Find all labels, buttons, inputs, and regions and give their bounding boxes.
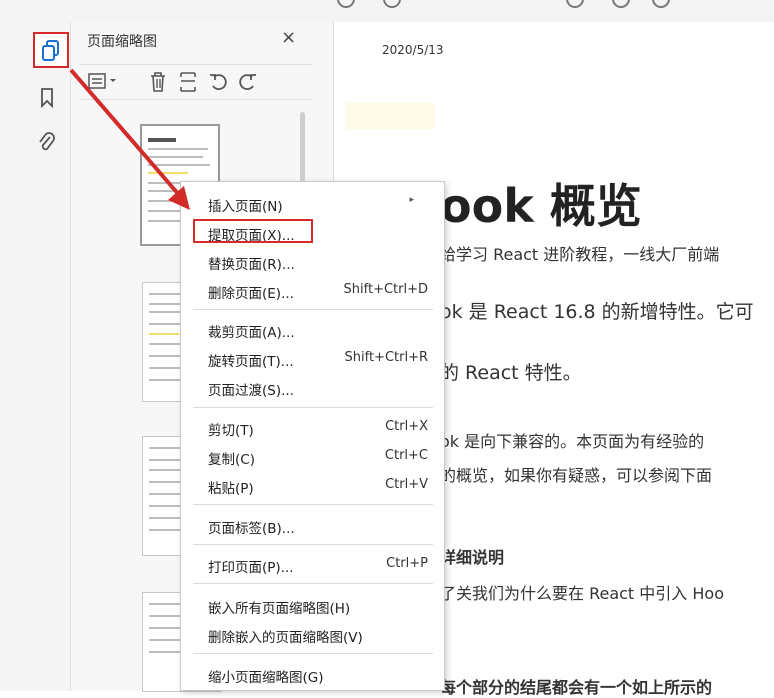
paperclip-icon bbox=[39, 132, 55, 151]
menu-item-rotate-page[interactable]: 旋转页面(T)... Shift+Ctrl+R bbox=[181, 344, 444, 372]
context-menu: 插入页面(N) ▸ 提取页面(X)... 替换页面(R)... 删除页面(E).… bbox=[180, 181, 445, 691]
panel-scrollbar[interactable] bbox=[300, 112, 305, 182]
menu-separator bbox=[193, 544, 433, 545]
menu-item-delete-page[interactable]: 删除页面(E)... Shift+Ctrl+D bbox=[181, 276, 444, 304]
menu-item-page-transitions[interactable]: 页面过渡(S)... bbox=[181, 373, 444, 401]
menu-item-replace-page[interactable]: 替换页面(R)... bbox=[181, 247, 444, 275]
document-paragraph-line: ok 是 React 16.8 的新增特性。它可 bbox=[440, 301, 754, 323]
shortcut-label: Ctrl+V bbox=[385, 477, 428, 492]
rotate-right-icon[interactable] bbox=[236, 71, 258, 98]
menu-item-crop-page[interactable]: 裁剪页面(A)... bbox=[181, 315, 444, 343]
document-paragraph-line: 的概览，如果你有疑惑，可以参阅下面 bbox=[440, 466, 713, 485]
document-paragraph-line: 每个部分的结尾都会有一个如上所示的 bbox=[440, 678, 713, 697]
rotate-left-icon[interactable] bbox=[208, 71, 230, 98]
document-paragraph-line: 了关我们为什么要在 React 中引入 Hoo bbox=[440, 584, 724, 603]
shortcut-label: Ctrl+X bbox=[385, 419, 428, 434]
menu-item-reduce-thumbnails[interactable]: 缩小页面缩略图(G) bbox=[181, 660, 444, 688]
bookmark-button[interactable] bbox=[40, 88, 54, 112]
attachments-button[interactable] bbox=[38, 132, 56, 158]
page-thumbnails-button[interactable] bbox=[33, 32, 69, 68]
bookmark-icon bbox=[41, 88, 53, 109]
options-menu-icon[interactable] bbox=[88, 71, 120, 96]
document-heading: ook 概览 bbox=[440, 179, 642, 233]
menu-separator bbox=[193, 653, 433, 654]
document-subheading: 详细说明 bbox=[440, 548, 505, 567]
text-highlight bbox=[345, 103, 435, 129]
pages-icon bbox=[42, 40, 59, 61]
menu-item-print-pages[interactable]: 打印页面(P)... Ctrl+P bbox=[181, 550, 444, 578]
menu-item-remove-embedded-thumbnails[interactable]: 删除嵌入的页面缩略图(V) bbox=[181, 620, 444, 648]
document-date: 2020/5/13 bbox=[382, 43, 444, 57]
left-navigation-rail bbox=[0, 22, 71, 691]
menu-item-insert-page[interactable]: 插入页面(N) ▸ bbox=[181, 189, 444, 217]
menu-separator bbox=[193, 504, 433, 505]
menu-item-cut[interactable]: 剪切(T) Ctrl+X bbox=[181, 413, 444, 441]
toolbar-circle-icon[interactable] bbox=[612, 0, 630, 8]
menu-item-page-labels[interactable]: 页面标签(B)... bbox=[181, 511, 444, 539]
menu-item-copy[interactable]: 复制(C) Ctrl+C bbox=[181, 442, 444, 470]
menu-item-paste[interactable]: 粘贴(P) Ctrl+V bbox=[181, 471, 444, 499]
insert-page-icon[interactable] bbox=[178, 71, 198, 98]
menu-separator bbox=[193, 309, 433, 310]
menu-separator bbox=[193, 407, 433, 408]
toolbar-circle-icon[interactable] bbox=[383, 0, 401, 8]
submenu-arrow-icon: ▸ bbox=[409, 195, 414, 205]
shortcut-label: Shift+Ctrl+R bbox=[344, 350, 429, 365]
document-paragraph-line: 的 React 特性。 bbox=[440, 362, 582, 384]
toolbar-circle-icon[interactable] bbox=[652, 0, 670, 8]
shortcut-label: Ctrl+P bbox=[386, 556, 428, 571]
toolbar-circle-icon[interactable] bbox=[337, 0, 355, 8]
menu-separator bbox=[193, 583, 433, 584]
document-paragraph-line: 给学习 React 进阶教程，一线大厂前端 bbox=[440, 245, 720, 264]
shortcut-label: Ctrl+C bbox=[384, 448, 428, 463]
thumbnail-toolbar bbox=[80, 64, 312, 100]
annotation-highlight-box bbox=[193, 219, 313, 243]
menu-item-embed-thumbnails[interactable]: 嵌入所有页面缩略图(H) bbox=[181, 591, 444, 619]
panel-title: 页面缩略图 bbox=[87, 34, 157, 50]
close-panel-button[interactable]: × bbox=[281, 27, 296, 48]
top-toolbar bbox=[0, 0, 774, 23]
toolbar-circle-icon[interactable] bbox=[566, 0, 584, 8]
document-paragraph-line: ok 是向下兼容的。本页面为有经验的 bbox=[440, 432, 705, 451]
trash-icon[interactable] bbox=[148, 71, 168, 98]
shortcut-label: Shift+Ctrl+D bbox=[343, 282, 428, 297]
